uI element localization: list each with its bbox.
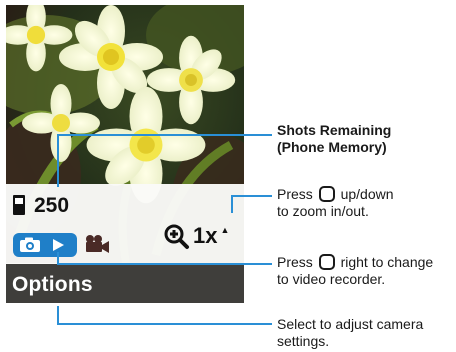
zoom-indicator[interactable]: 1x ▲ [164,224,229,250]
options-callout: Select to adjust camera settings. [277,316,423,350]
play-icon [53,239,64,251]
zoom-magnifier-icon [164,224,189,249]
up-arrow-icon: ▲ [220,225,230,235]
shots-callout-line2: (Phone Memory) [277,139,387,155]
shots-remaining-count: 250 [34,193,70,217]
phone-screen: 250 1x ▲ Options [6,5,244,303]
shots-remaining-callout: Shots Remaining (Phone Memory) [277,122,391,156]
camera-mode-toggle[interactable] [13,233,77,257]
options-leader-line [57,306,272,325]
options-callout-line2: settings. [277,333,330,349]
zoom-callout: Press up/down to zoom in/out. [277,186,394,220]
mode-callout-press: Press [277,254,313,270]
camera-icon [20,237,40,252]
softkey-bar: Options [6,264,244,303]
mode-callout: Press right to change to video recorder. [277,254,433,288]
camera-hud: 250 1x ▲ [6,184,244,264]
zoom-callout-line2: to zoom in/out. [277,203,369,219]
options-callout-line1: Select to adjust camera [277,316,424,332]
shots-remaining-indicator: 250 [12,194,69,216]
options-softkey[interactable]: Options [12,273,93,297]
zoom-level: 1x [193,223,218,248]
nav-key-icon [318,254,335,270]
nav-key-icon [318,186,335,202]
shots-callout-line1: Shots Remaining [277,122,392,138]
zoom-callout-updown: up/down [340,186,394,202]
zoom-callout-press: Press [277,186,313,202]
mode-callout-line2: to video recorder. [277,271,386,287]
video-camera-icon[interactable] [84,234,110,254]
phone-memory-icon [13,195,25,215]
mode-callout-right: right to change [340,254,434,270]
